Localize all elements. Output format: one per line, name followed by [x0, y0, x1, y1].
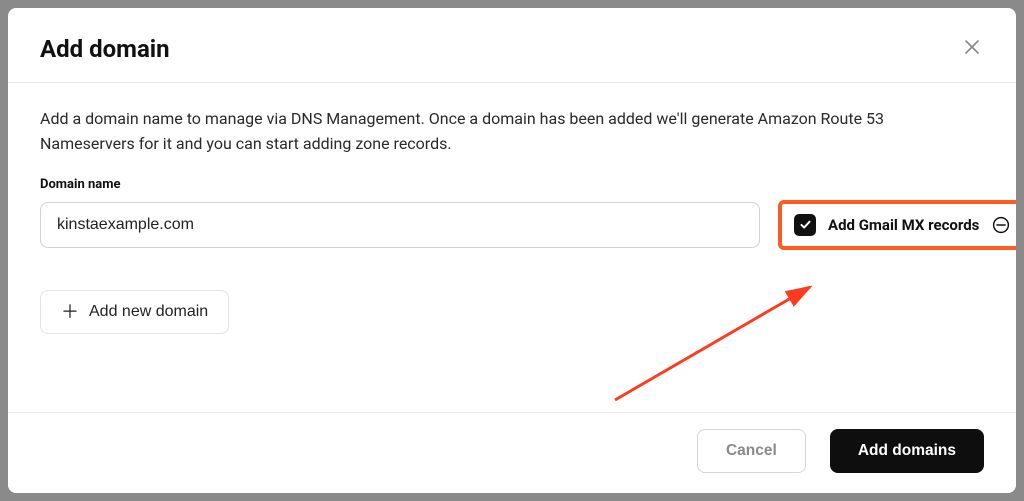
add-new-domain-button[interactable]: ＋ Add new domain	[40, 290, 229, 334]
gmail-mx-option: Add Gmail MX records	[778, 200, 1016, 250]
modal-header: Add domain	[8, 8, 1016, 83]
modal-title: Add domain	[40, 35, 170, 63]
modal-footer: Cancel Add domains	[8, 412, 1016, 493]
plus-icon: ＋	[61, 303, 79, 321]
gmail-mx-label: Add Gmail MX records	[828, 216, 979, 234]
cancel-button[interactable]: Cancel	[697, 429, 806, 473]
add-domain-modal: Add domain Add a domain name to manage v…	[8, 8, 1016, 493]
remove-domain-icon[interactable]	[991, 215, 1011, 235]
domain-name-input[interactable]	[40, 202, 760, 248]
domain-name-label: Domain name	[40, 177, 984, 192]
modal-body: Add a domain name to manage via DNS Mana…	[8, 83, 1016, 412]
add-domains-button[interactable]: Add domains	[830, 429, 984, 473]
close-icon[interactable]	[960, 34, 984, 64]
add-new-domain-label: Add new domain	[89, 303, 208, 321]
modal-description: Add a domain name to manage via DNS Mana…	[40, 107, 960, 157]
domain-row: Add Gmail MX records	[40, 200, 984, 250]
gmail-mx-checkbox[interactable]	[794, 214, 816, 236]
